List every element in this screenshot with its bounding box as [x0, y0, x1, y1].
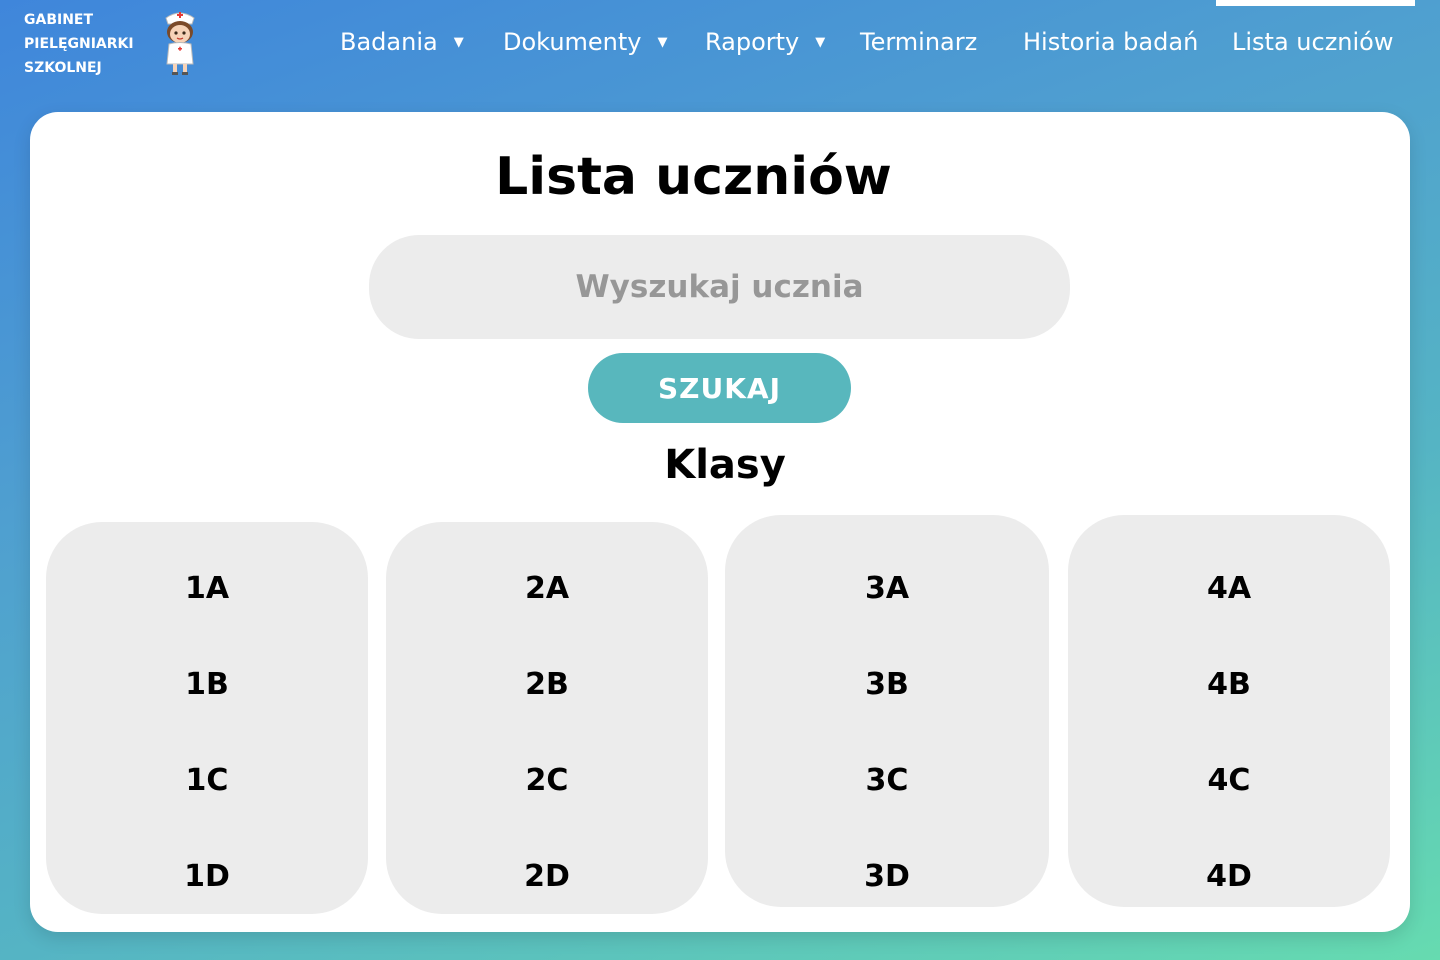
- nav-item-badania[interactable]: Badania ▼: [340, 20, 464, 64]
- chevron-down-icon: ▼: [815, 34, 826, 50]
- class-item-1c[interactable]: 1C: [46, 756, 368, 804]
- nav-item-dokumenty[interactable]: Dokumenty ▼: [503, 20, 668, 64]
- main-card: Lista uczniów SZUKAJ Klasy 1A 1B 1C 1D 2…: [30, 112, 1410, 932]
- class-item-2a[interactable]: 2A: [386, 564, 708, 612]
- class-item-1a[interactable]: 1A: [46, 564, 368, 612]
- nav-item-raporty[interactable]: Raporty ▼: [705, 20, 825, 64]
- main-nav: Badania ▼ Dokumenty ▼ Raporty ▼ Terminar…: [0, 0, 1440, 64]
- class-item-3d[interactable]: 3D: [725, 852, 1049, 900]
- classes-title: Klasy: [664, 442, 786, 488]
- class-item-4d[interactable]: 4D: [1068, 852, 1390, 900]
- class-item-2b[interactable]: 2B: [386, 660, 708, 708]
- active-nav-indicator: [1216, 0, 1415, 6]
- nav-item-label: Raporty: [705, 28, 800, 56]
- nav-item-label: Historia badań: [1023, 28, 1199, 56]
- class-item-3c[interactable]: 3C: [725, 756, 1049, 804]
- nav-item-label: Dokumenty: [503, 28, 642, 56]
- nav-item-historia-badan[interactable]: Historia badań: [1023, 20, 1198, 64]
- chevron-down-icon: ▼: [657, 34, 668, 50]
- nav-item-terminarz[interactable]: Terminarz: [860, 20, 977, 64]
- class-item-1d[interactable]: 1D: [46, 852, 368, 900]
- class-item-2c[interactable]: 2C: [386, 756, 708, 804]
- class-column-2: 2A 2B 2C 2D: [386, 522, 708, 914]
- nav-item-lista-uczniow[interactable]: Lista uczniów: [1232, 20, 1393, 64]
- class-item-3a[interactable]: 3A: [725, 564, 1049, 612]
- class-item-4c[interactable]: 4C: [1068, 756, 1390, 804]
- search-input[interactable]: [369, 235, 1070, 339]
- class-column-1: 1A 1B 1C 1D: [46, 522, 368, 914]
- nav-item-label: Badania: [340, 28, 438, 56]
- class-column-4: 4A 4B 4C 4D: [1068, 515, 1390, 907]
- class-item-4b[interactable]: 4B: [1068, 660, 1390, 708]
- class-item-4a[interactable]: 4A: [1068, 564, 1390, 612]
- chevron-down-icon: ▼: [453, 34, 464, 50]
- page-title: Lista uczniów: [495, 147, 892, 207]
- class-item-2d[interactable]: 2D: [386, 852, 708, 900]
- class-item-1b[interactable]: 1B: [46, 660, 368, 708]
- nav-item-label: Lista uczniów: [1232, 28, 1394, 56]
- class-column-3: 3A 3B 3C 3D: [725, 515, 1049, 907]
- class-item-3b[interactable]: 3B: [725, 660, 1049, 708]
- search-button[interactable]: SZUKAJ: [588, 353, 851, 423]
- nav-item-label: Terminarz: [860, 28, 978, 56]
